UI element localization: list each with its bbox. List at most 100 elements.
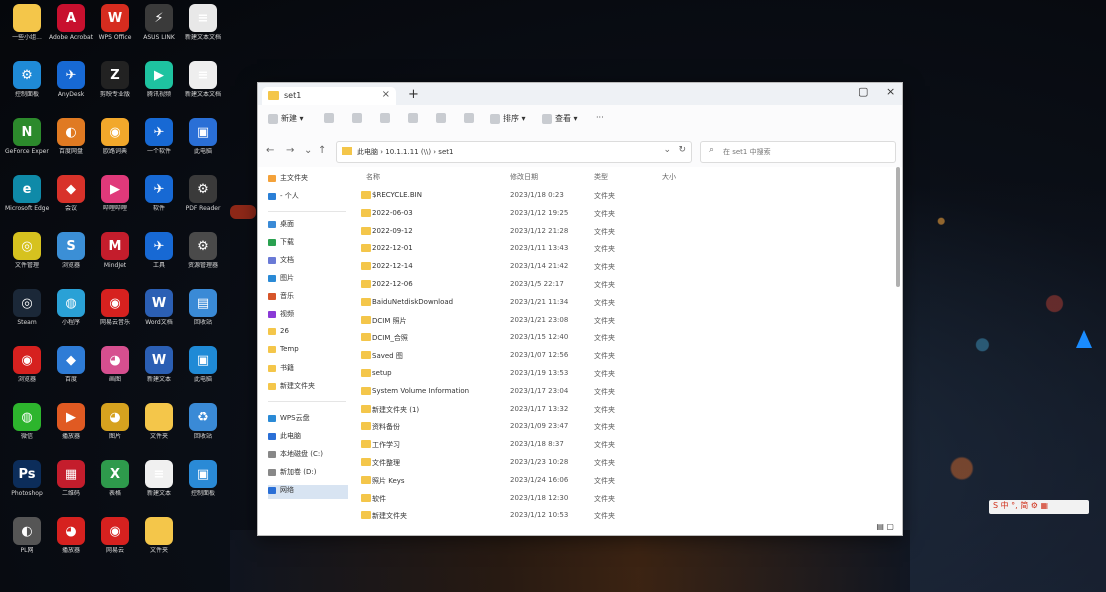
- refresh-icon[interactable]: ↻: [678, 145, 686, 155]
- sidebar-item[interactable]: 此电脑: [268, 431, 348, 445]
- copy-icon[interactable]: [352, 113, 365, 123]
- up-arrow-icon[interactable]: ↑: [318, 145, 326, 156]
- file-row[interactable]: 2022-12-01 2023/1/11 13:43 文件夹: [356, 240, 896, 258]
- file-row[interactable]: $RECYCLE.BIN 2023/1/18 0:23 文件夹: [356, 187, 896, 205]
- desktop-icon[interactable]: ◍ 小程序: [49, 289, 93, 341]
- desktop-icon[interactable]: ✈ 工具: [137, 232, 181, 284]
- sidebar-item[interactable]: 新建文件夹: [268, 381, 348, 395]
- new-tab-button[interactable]: +: [408, 87, 419, 102]
- back-arrow-icon[interactable]: ←: [266, 145, 274, 156]
- desktop-icon[interactable]: Ps Photoshop: [5, 460, 49, 512]
- vertical-scrollbar[interactable]: [896, 167, 900, 287]
- desktop-icon[interactable]: 一些小组...: [5, 4, 49, 56]
- file-row[interactable]: setup 2023/1/19 13:53 文件夹: [356, 365, 896, 383]
- tab-close-icon[interactable]: ×: [382, 89, 390, 100]
- desktop-icon[interactable]: ▶ 哔哩哔哩: [93, 175, 137, 227]
- desktop-icon[interactable]: ◉ 网易云: [93, 517, 137, 569]
- view-button[interactable]: 查看 ▾: [542, 113, 578, 124]
- desktop-icon[interactable]: W Word文档: [137, 289, 181, 341]
- forward-arrow-icon[interactable]: →: [286, 145, 294, 156]
- file-row[interactable]: 2022-09-12 2023/1/12 21:28 文件夹: [356, 223, 896, 241]
- cut-icon[interactable]: [324, 113, 337, 123]
- file-row[interactable]: 软件 2023/1/18 12:30 文件夹: [356, 490, 896, 508]
- file-row[interactable]: DCIM 照片 2023/1/21 23:08 文件夹: [356, 312, 896, 330]
- sidebar-item[interactable]: 图片: [268, 273, 348, 287]
- desktop-icon[interactable]: ▶ 播放器: [49, 403, 93, 455]
- restore-button[interactable]: ▢: [858, 85, 868, 98]
- desktop-icon[interactable]: X 表格: [93, 460, 137, 512]
- more-button[interactable]: ···: [596, 113, 604, 122]
- file-row[interactable]: BaiduNetdiskDownload 2023/1/21 11:34 文件夹: [356, 294, 896, 312]
- sidebar-item[interactable]: 文档: [268, 255, 348, 269]
- desktop-icon[interactable]: ◆ 百度: [49, 346, 93, 398]
- sidebar-item[interactable]: 书籍: [268, 363, 348, 377]
- desktop-icon[interactable]: ◐ PL网: [5, 517, 49, 569]
- desktop-icon[interactable]: ✈ AnyDesk: [49, 61, 93, 113]
- file-row[interactable]: 文件整理 2023/1/23 10:28 文件夹: [356, 454, 896, 472]
- tab-set1[interactable]: set1 ×: [262, 87, 396, 105]
- file-row[interactable]: 照片 Keys 2023/1/24 16:06 文件夹: [356, 472, 896, 490]
- sidebar-item[interactable]: 桌面: [268, 219, 348, 233]
- file-row[interactable]: 2022-12-14 2023/1/14 21:42 文件夹: [356, 258, 896, 276]
- sidebar-item[interactable]: - 个人: [268, 191, 348, 205]
- sidebar-item[interactable]: 下载: [268, 237, 348, 251]
- file-row[interactable]: 2022-12-06 2023/1/5 22:17 文件夹: [356, 276, 896, 294]
- search-box[interactable]: ⌕ 在 set1 中搜索: [700, 141, 896, 163]
- file-row[interactable]: 2022-06-03 2023/1/12 19:25 文件夹: [356, 205, 896, 223]
- address-dropdown-icon[interactable]: ⌄: [663, 145, 671, 155]
- desktop-icon[interactable]: ≡ 新建文本文档: [181, 4, 225, 56]
- sidebar-item[interactable]: 新加卷 (D:): [268, 467, 348, 481]
- desktop-icon[interactable]: ♻ 回收站: [181, 403, 225, 455]
- address-bar[interactable]: 此电脑 › 10.1.1.11 (\\) › set1 ⌄ ↻: [336, 141, 692, 163]
- desktop-icon[interactable]: A Adobe Acrobat DC: [49, 4, 93, 56]
- desktop-icon[interactable]: ◍ 微信: [5, 403, 49, 455]
- desktop-icon[interactable]: ◉ 网易云音乐: [93, 289, 137, 341]
- column-header-type[interactable]: 类型: [594, 172, 608, 182]
- desktop-icon[interactable]: ◉ 欧路词典: [93, 118, 137, 170]
- sidebar-item[interactable]: 本地磁盘 (C:): [268, 449, 348, 463]
- close-button[interactable]: ×: [886, 85, 895, 98]
- sidebar-item[interactable]: 主文件夹: [268, 173, 348, 187]
- sidebar-item[interactable]: Temp: [268, 345, 348, 359]
- file-row[interactable]: Saved 图 2023/1/07 12:56 文件夹: [356, 347, 896, 365]
- desktop-icon[interactable]: ✈ 一个软件: [137, 118, 181, 170]
- desktop-icon[interactable]: ⚡ ASUS LINK: [137, 4, 181, 56]
- desktop-icon[interactable]: ◐ 百度网盘: [49, 118, 93, 170]
- sidebar-item[interactable]: 音乐: [268, 291, 348, 305]
- sort-button[interactable]: 排序 ▾: [490, 113, 526, 124]
- desktop-icon[interactable]: ◕ 播放器: [49, 517, 93, 569]
- desktop-icon[interactable]: ✈ 软件: [137, 175, 181, 227]
- desktop-icon[interactable]: ≡ 新建文本文档: [181, 61, 225, 113]
- sidebar-item[interactable]: 网络: [268, 485, 348, 499]
- new-button[interactable]: 新建 ▾: [268, 113, 304, 124]
- desktop-icon[interactable]: ▣ 此电脑: [181, 118, 225, 170]
- desktop-icon[interactable]: e Microsoft Edge: [5, 175, 49, 227]
- sidebar-item[interactable]: WPS云盘: [268, 413, 348, 427]
- desktop-icon[interactable]: ◉ 浏览器: [5, 346, 49, 398]
- desktop-icon[interactable]: S 浏览器: [49, 232, 93, 284]
- column-header-name[interactable]: 名称: [366, 172, 380, 182]
- paste-icon[interactable]: [380, 113, 393, 123]
- sidebar-item[interactable]: 26: [268, 327, 348, 341]
- desktop-icon[interactable]: ≡ 新建文本: [137, 460, 181, 512]
- desktop-icon[interactable]: ▤ 回收站: [181, 289, 225, 341]
- desktop-icon[interactable]: 文件夹: [137, 517, 181, 569]
- desktop-icon[interactable]: ▶ 腾讯视频: [137, 61, 181, 113]
- desktop-icon[interactable]: M MindJet: [93, 232, 137, 284]
- desktop-icon[interactable]: ⚙ 资源管理器: [181, 232, 225, 284]
- desktop-icon[interactable]: Z 剪映专业版: [93, 61, 137, 113]
- desktop-icon[interactable]: ⚙ PDF Reader: [181, 175, 225, 227]
- desktop-icon[interactable]: N GeForce Experience: [5, 118, 49, 170]
- view-toggle[interactable]: ▤ ▢: [876, 522, 894, 531]
- file-row[interactable]: 新建文件夹 (1) 2023/1/17 13:32 文件夹: [356, 401, 896, 419]
- file-row[interactable]: 工作学习 2023/1/18 8:37 文件夹: [356, 436, 896, 454]
- desktop-icon[interactable]: ▣ 控制面板: [181, 460, 225, 512]
- desktop-icon[interactable]: ⚙ 控制面板: [5, 61, 49, 113]
- desktop-icon[interactable]: ▣ 此电脑: [181, 346, 225, 398]
- recent-chevron-icon[interactable]: ⌄: [304, 145, 312, 156]
- desktop-icon[interactable]: ◎ 文件管理: [5, 232, 49, 284]
- share-icon[interactable]: [436, 113, 449, 123]
- delete-icon[interactable]: [464, 113, 477, 123]
- desktop-icon[interactable]: ◆ 会议: [49, 175, 93, 227]
- desktop-icon[interactable]: W WPS Office: [93, 4, 137, 56]
